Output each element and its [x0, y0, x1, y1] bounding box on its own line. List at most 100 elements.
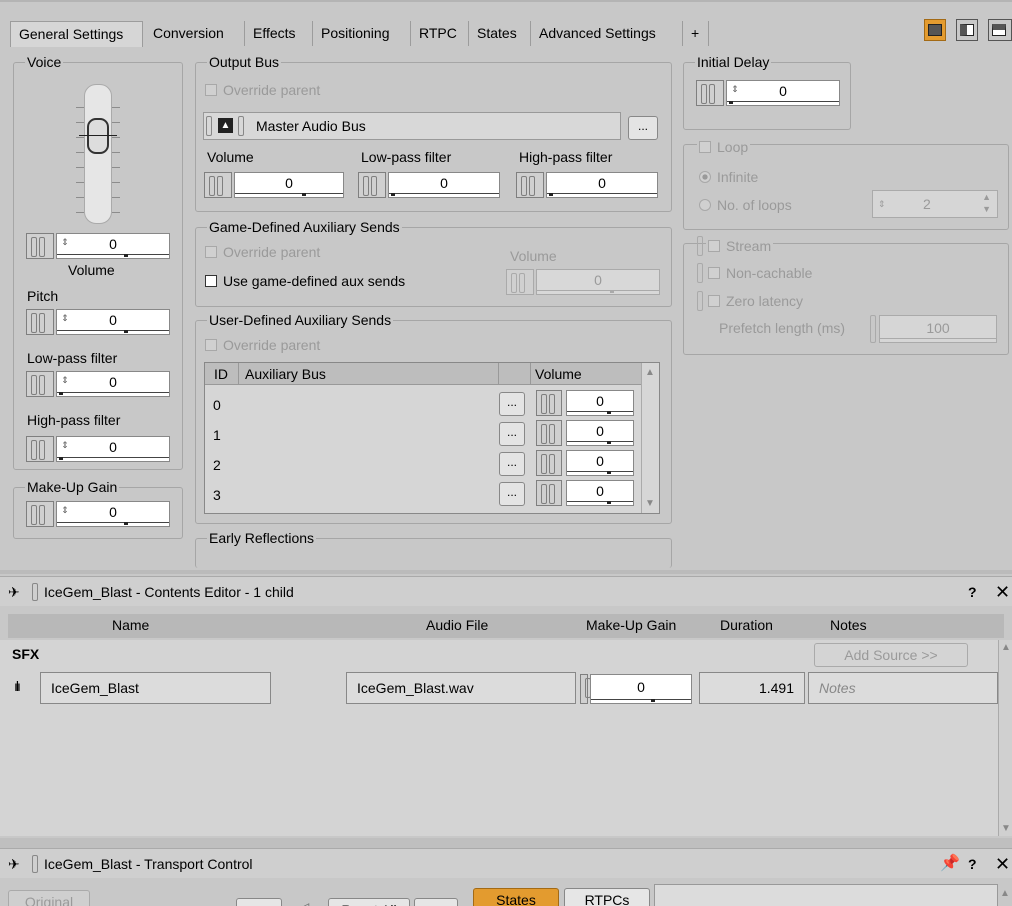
notes-field[interactable]: Notes [808, 672, 998, 704]
original-button[interactable]: Original [8, 890, 90, 906]
row-volume-slider[interactable]: 0 [536, 480, 634, 506]
panel-splitter[interactable] [0, 838, 1012, 848]
col-bus-header[interactable]: Auxiliary Bus [239, 363, 499, 385]
source-makeup-slider[interactable]: 0 [580, 674, 692, 704]
initial-delay-value[interactable]: 0 [779, 83, 787, 99]
scroll-down-icon[interactable]: ▼ [645, 498, 655, 509]
pushpin-icon[interactable]: 📌 [940, 849, 960, 879]
voice-lowpass-slider[interactable]: ⇕ 0 [26, 371, 170, 397]
audio-file-field[interactable]: IceGem_Blast.wav [346, 672, 576, 704]
fader-knob[interactable] [87, 118, 109, 154]
row-volume-slider[interactable]: 0 [536, 450, 634, 476]
scroll-up-icon[interactable]: ▲ [645, 367, 655, 378]
pitch-slider[interactable]: ⇕ 0 [26, 309, 170, 335]
row-volume-value[interactable]: 0 [596, 453, 604, 469]
row-browse-button[interactable]: ... [499, 482, 525, 506]
row-volume-slider[interactable]: 0 [536, 390, 634, 416]
table-row[interactable]: 0 ... 0 [205, 390, 641, 420]
slider-knob-icon[interactable] [26, 501, 54, 527]
table-scrollbar[interactable]: ▲ ▼ [641, 363, 659, 513]
contents-scrollbar[interactable]: ▲ ▼ [998, 640, 1012, 836]
col-volume-header[interactable]: Volume [531, 363, 641, 385]
use-game-aux-checkbox[interactable]: Use game-defined aux sends [205, 273, 405, 289]
prefetch-input[interactable]: 100 [879, 315, 997, 343]
slider-knob-icon[interactable] [536, 420, 562, 446]
slider-knob-icon[interactable] [516, 172, 544, 198]
speaker-icon[interactable]: ◁ [300, 900, 309, 906]
col-makeup-header[interactable]: Make-Up Gain [586, 617, 676, 633]
slider-knob-icon[interactable] [26, 371, 54, 397]
voice-volume-fader[interactable] [84, 84, 112, 224]
tab-effects[interactable]: Effects [245, 21, 313, 46]
game-aux-volume-slider[interactable]: 0 [506, 269, 660, 295]
user-aux-override-checkbox[interactable]: Override parent [205, 337, 320, 353]
voice-highpass-slider[interactable]: ⇕ 0 [26, 436, 170, 462]
slider-knob-icon[interactable] [536, 480, 562, 506]
row-volume-value[interactable]: 0 [596, 483, 604, 499]
no-of-loops-radio[interactable]: No. of loops [699, 197, 792, 213]
output-lowpass-value[interactable]: 0 [440, 175, 448, 191]
tab-advanced-settings[interactable]: Advanced Settings [531, 21, 683, 46]
slider-knob-icon[interactable] [536, 450, 562, 476]
layout-split-vertical-icon[interactable] [956, 19, 978, 41]
tab-conversion[interactable]: Conversion [145, 21, 245, 46]
tab-general-settings[interactable]: General Settings [10, 21, 143, 47]
layout-split-horizontal-icon[interactable] [988, 19, 1012, 41]
col-id-header[interactable]: ID [205, 363, 239, 385]
rtpcs-tab-button[interactable]: RTPCs [564, 888, 650, 906]
table-row[interactable]: 3 ... 0 [205, 480, 641, 510]
pitch-value[interactable]: 0 [109, 312, 117, 328]
row-browse-button[interactable]: ... [499, 392, 525, 416]
stream-checkbox[interactable]: Stream [706, 238, 774, 254]
row-browse-button[interactable]: ... [499, 452, 525, 476]
slider-knob-icon[interactable] [204, 172, 232, 198]
add-source-button[interactable]: Add Source >> [814, 643, 968, 667]
scroll-up-icon[interactable]: ▲ [1000, 888, 1010, 899]
close-icon[interactable]: ✕ [995, 577, 1010, 607]
slider-knob-icon[interactable] [26, 309, 54, 335]
reset-all-button[interactable]: Reset All [328, 898, 410, 906]
infinite-radio[interactable]: Infinite [699, 169, 758, 185]
col-name-header[interactable]: Name [112, 617, 149, 633]
slider-knob-icon[interactable] [26, 233, 54, 259]
voice-volume-slider[interactable]: ⇕ 0 [26, 233, 170, 259]
noncachable-checkbox[interactable]: Non-cachable [708, 265, 812, 281]
row-volume-value[interactable]: 0 [596, 393, 604, 409]
tab-positioning[interactable]: Positioning [313, 21, 411, 46]
makeup-value[interactable]: 0 [109, 504, 117, 520]
loop-checkbox[interactable]: Loop [697, 139, 751, 155]
makeup-slider[interactable]: ⇕ 0 [26, 501, 170, 527]
row-volume-slider[interactable]: 0 [536, 420, 634, 446]
source-makeup-value[interactable]: 0 [637, 679, 645, 695]
voice-lowpass-value[interactable]: 0 [109, 374, 117, 390]
game-aux-volume-value[interactable]: 0 [594, 272, 602, 288]
more-button[interactable]: >> [414, 898, 458, 906]
voice-highpass-value[interactable]: 0 [109, 439, 117, 455]
help-icon[interactable]: ? [968, 849, 977, 879]
col-audio-file-header[interactable]: Audio File [426, 617, 488, 633]
panel-splitter[interactable] [0, 570, 1012, 574]
source-name-field[interactable]: IceGem_Blast [40, 672, 271, 704]
scroll-up-icon[interactable]: ▲ [1001, 642, 1011, 653]
slider-knob-icon[interactable] [580, 674, 599, 704]
close-icon[interactable]: ✕ [995, 849, 1010, 879]
output-highpass-slider[interactable]: 0 [516, 172, 658, 198]
output-bus-browse-button[interactable]: ... [628, 116, 658, 140]
slider-knob-icon[interactable] [506, 269, 534, 295]
slider-knob-icon[interactable] [696, 80, 724, 106]
stepper-icon[interactable]: ▲ ▼ [982, 191, 991, 215]
table-row[interactable]: 1 ... 0 [205, 420, 641, 450]
table-row[interactable]: 2 ... 0 [205, 450, 641, 480]
initial-delay-slider[interactable]: ⇕ 0 [696, 80, 840, 106]
slider-knob-icon[interactable] [358, 172, 386, 198]
row-volume-value[interactable]: 0 [596, 423, 604, 439]
tab-add[interactable]: + [683, 21, 709, 46]
tab-rtpc[interactable]: RTPC [411, 21, 469, 46]
scroll-down-icon[interactable]: ▼ [1001, 823, 1011, 834]
output-highpass-value[interactable]: 0 [598, 175, 606, 191]
output-volume-slider[interactable]: 0 [204, 172, 344, 198]
play-button[interactable] [236, 898, 282, 906]
layout-single-icon[interactable] [924, 19, 946, 41]
loops-count-input[interactable]: ⇕ 2 ▲ ▼ [872, 190, 998, 218]
slider-knob-icon[interactable] [26, 436, 54, 462]
